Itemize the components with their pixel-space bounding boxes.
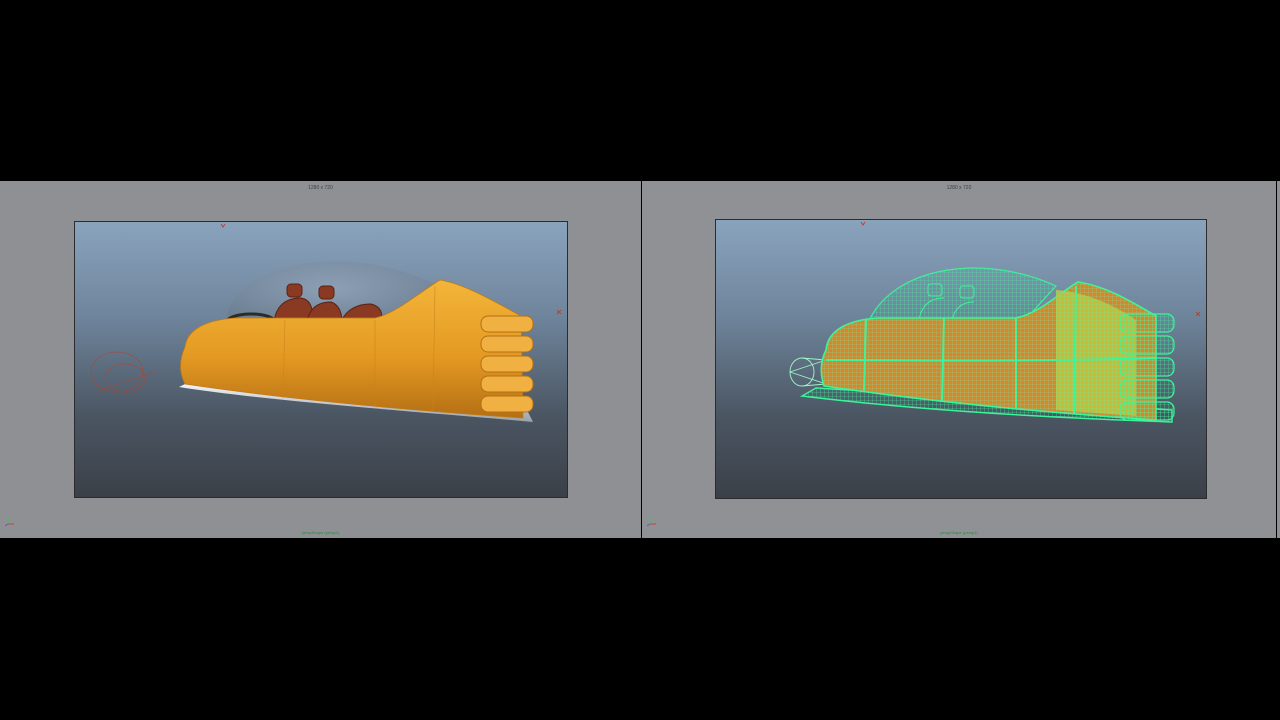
resolution-gate-shaded[interactable] — [74, 221, 568, 498]
axis-gizmo-icon — [647, 518, 656, 526]
resolution-gate-label: 1280 x 720 — [946, 185, 972, 191]
resolution-gate-label: 1280 x 720 — [308, 185, 333, 191]
hovercar-shaded-render — [90, 223, 562, 422]
axis-gizmo-icon — [5, 518, 14, 526]
hovercar-wireframe-render — [789, 221, 1201, 423]
camera-gizmo-icon — [90, 351, 156, 393]
camera-name-label: perspShape (persp1) — [301, 530, 340, 535]
resolution-gate-wireframe[interactable] — [715, 219, 1207, 499]
camera-name-label: perspShape (persp1) — [940, 530, 978, 535]
viewport-panel-shaded[interactable]: 1280 x 720 perspShape (persp1) — [0, 181, 641, 538]
viewport-panel-wireframe[interactable]: 1280 x 720 perspShape (persp1) — [642, 181, 1276, 538]
